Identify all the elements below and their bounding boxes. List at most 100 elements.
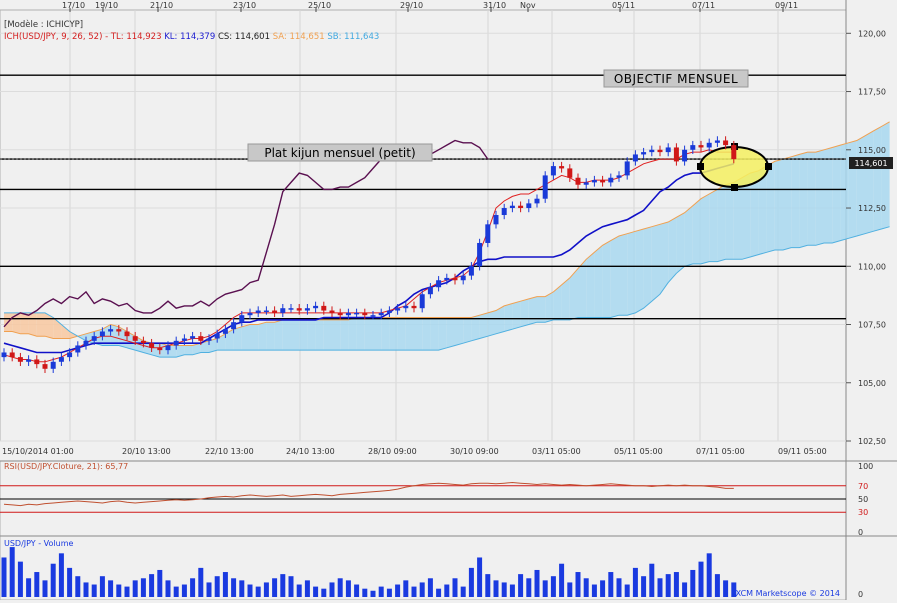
volume-bar (673, 572, 679, 597)
cloud-segment (692, 198, 701, 264)
top-date-label: 17/10 (62, 1, 85, 10)
volume-bar (477, 557, 483, 597)
cloud-segment (873, 126, 882, 232)
volume-bar (304, 580, 310, 597)
candle-body (690, 145, 696, 150)
volume-bar (591, 584, 597, 597)
candle-body (1, 352, 7, 358)
cloud-segment (594, 245, 603, 318)
cloud-segment (274, 319, 283, 351)
volume-bar (198, 567, 204, 597)
volume-bar (50, 563, 56, 597)
candle-body (526, 203, 532, 209)
cloud-segment (241, 324, 250, 351)
volume-bar (329, 582, 335, 597)
candle-body (149, 343, 155, 348)
candle-body (17, 357, 23, 362)
bottom-date-label: 03/11 05:00 (532, 447, 581, 456)
volume-bar (17, 561, 23, 597)
top-date-label: 09/11 (775, 1, 798, 10)
volume-bar (698, 561, 704, 597)
cloud-segment (373, 317, 382, 351)
candle-body (362, 312, 368, 316)
candle-body (337, 312, 343, 316)
cloud-segment (184, 345, 193, 355)
cloud-segment (233, 326, 242, 351)
kijun-label[interactable]: Plat kijun mensuel (petit) (247, 143, 433, 162)
volume-bar (411, 586, 417, 597)
candle-body (108, 329, 114, 332)
candle-body (665, 147, 671, 153)
cloud-segment (282, 319, 291, 351)
cloud-segment (635, 228, 644, 313)
candle-body (460, 275, 466, 281)
candle-body (395, 308, 401, 311)
volume-bar (34, 572, 40, 597)
volume-bar (370, 590, 376, 597)
candle-body (181, 338, 187, 341)
volume-bar (214, 576, 220, 597)
candle-body (542, 175, 548, 199)
cloud-segment (389, 317, 398, 351)
top-date-label: 25/10 (308, 1, 331, 10)
cloud-segment (340, 319, 349, 351)
candle-body (583, 182, 589, 185)
volume-bar (608, 572, 614, 597)
volume-bar (296, 584, 302, 597)
candle-body (83, 340, 89, 346)
volume-label: USD/JPY - Volume (4, 539, 73, 548)
volume-bar (321, 588, 327, 597)
candle-body (534, 198, 540, 204)
candle-body (468, 266, 474, 276)
volume-bar (403, 580, 409, 597)
y-tick-label: 102,50 (858, 437, 886, 446)
cloud-segment (766, 161, 775, 253)
cloud-segment (381, 317, 390, 351)
candle-body (731, 145, 737, 160)
candle-body (714, 140, 720, 143)
objectif-label[interactable]: OBJECTIF MENSUEL (603, 69, 749, 88)
bottom-date-label: 09/11 05:00 (778, 447, 827, 456)
volume-bar (632, 567, 638, 597)
candle-body (67, 352, 73, 358)
candle-body (116, 329, 122, 332)
cloud-segment (36, 312, 45, 337)
volume-bar (288, 576, 294, 597)
legend-item: CS: 114,601 (215, 32, 270, 42)
candle-body (132, 336, 138, 341)
cloud-segment (356, 317, 365, 351)
candle-body (313, 305, 319, 309)
top-date-label: 21/10 (150, 1, 173, 10)
candle-body (567, 168, 573, 178)
rsi-axis-label: 30 (858, 508, 868, 517)
volume-bar (1, 557, 7, 597)
candle-body (272, 310, 278, 313)
cloud-segment (504, 303, 513, 332)
volume-bar (501, 582, 507, 597)
candle-body (378, 312, 384, 316)
volume-bar (690, 569, 696, 597)
candle-body (723, 140, 729, 146)
candle-body (124, 331, 130, 337)
candle-body (354, 312, 360, 315)
candle-body (657, 149, 663, 153)
volume-bar (108, 580, 114, 597)
cloud-segment (250, 324, 259, 351)
cloud-segment (824, 147, 833, 243)
volume-bar (649, 563, 655, 597)
candle-body (444, 277, 450, 281)
candle-body (411, 305, 417, 309)
candle-body (99, 331, 105, 337)
cloud-segment (397, 317, 406, 351)
candle-body (649, 149, 655, 153)
volume-bar (657, 578, 663, 597)
volume-bar (354, 584, 360, 597)
cloud-segment (668, 217, 677, 283)
volume-bar (362, 588, 368, 597)
cloud-segment (709, 189, 718, 262)
volume-bar (165, 580, 171, 597)
volume-bar (460, 586, 466, 597)
volume-bar (247, 584, 253, 597)
volume-bar (616, 578, 622, 597)
legend-item: SA: 114,651 (270, 32, 325, 42)
